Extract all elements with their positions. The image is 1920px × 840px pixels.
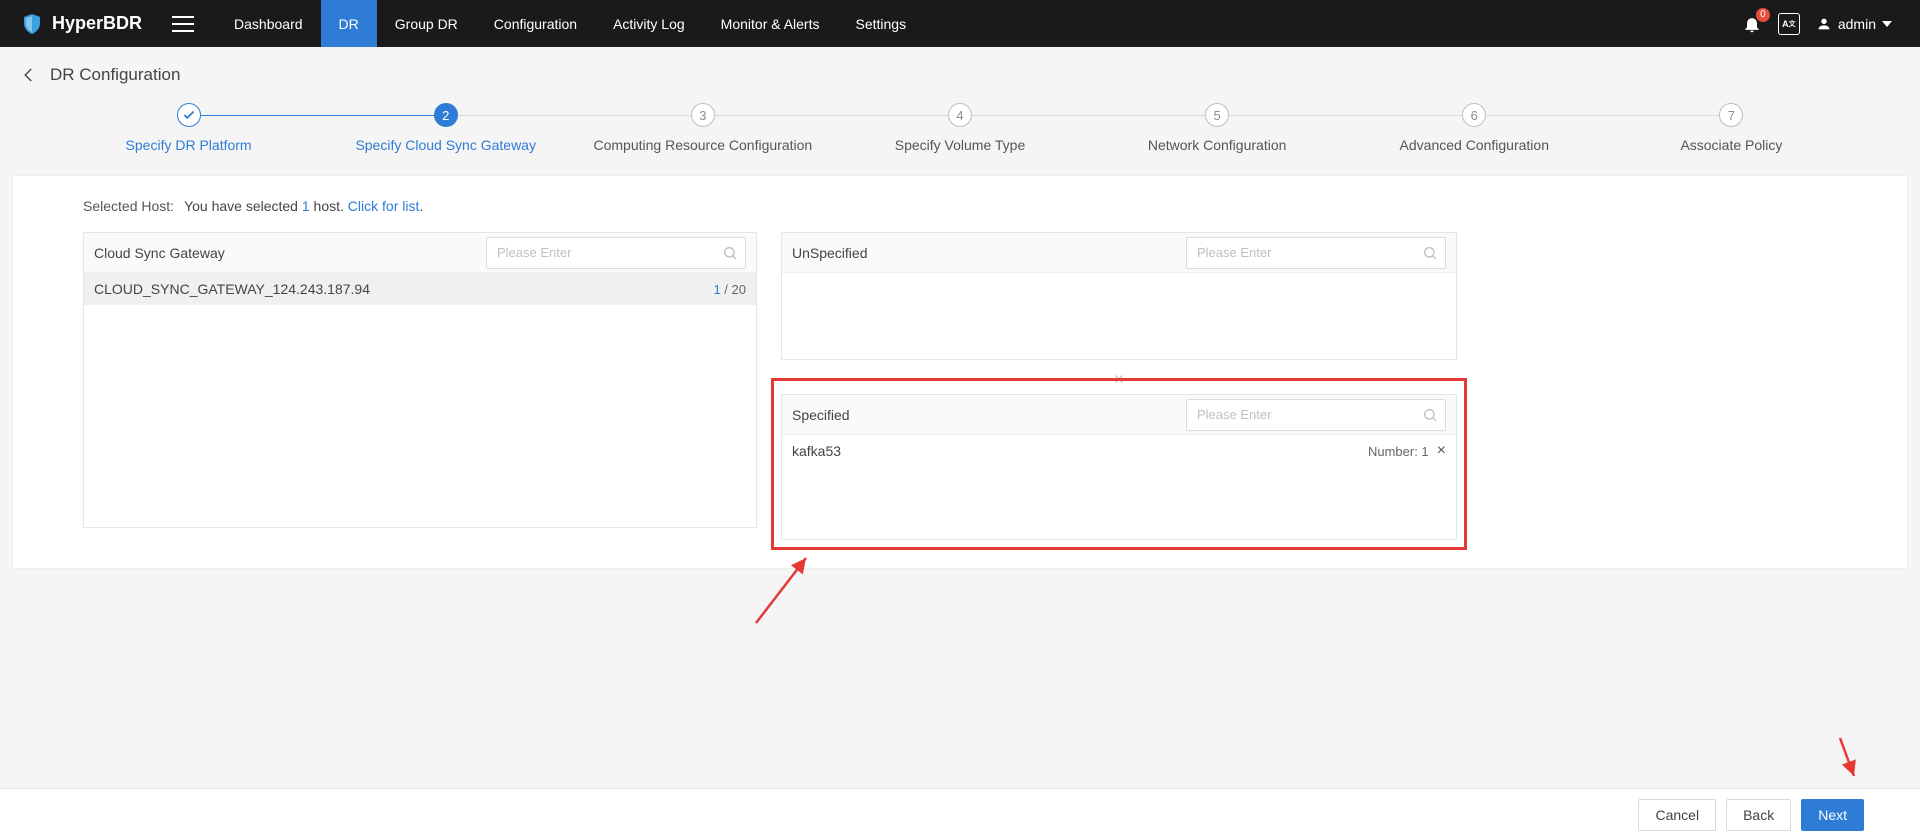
cancel-button[interactable]: Cancel xyxy=(1638,799,1716,831)
notifications-icon[interactable]: 0 xyxy=(1742,14,1762,34)
specified-row[interactable]: kafka53 Number: 1 × xyxy=(782,435,1456,467)
page-title: DR Configuration xyxy=(50,65,180,85)
footer-bar: Cancel Back Next xyxy=(0,788,1920,840)
step-7[interactable]: 7 Associate Policy xyxy=(1603,103,1860,153)
user-icon xyxy=(1816,16,1832,32)
nav-configuration[interactable]: Configuration xyxy=(476,0,595,47)
nav-monitor-alerts[interactable]: Monitor & Alerts xyxy=(703,0,838,47)
gateway-row[interactable]: CLOUD_SYNC_GATEWAY_124.243.187.94 1 / 20 xyxy=(84,273,756,305)
step-5[interactable]: 5 Network Configuration xyxy=(1089,103,1346,153)
nav-links: Dashboard DR Group DR Configuration Acti… xyxy=(216,0,924,47)
nav-group-dr[interactable]: Group DR xyxy=(377,0,476,47)
nav-right: 0 A文 admin xyxy=(1742,13,1892,35)
next-button[interactable]: Next xyxy=(1801,799,1864,831)
page-header: DR Configuration xyxy=(0,47,1920,99)
unspecified-title: UnSpecified xyxy=(792,245,868,261)
main-card: Selected Host: You have selected 1 host.… xyxy=(12,175,1908,569)
step-3[interactable]: 3 Computing Resource Configuration xyxy=(574,103,831,153)
nav-settings[interactable]: Settings xyxy=(838,0,925,47)
search-icon xyxy=(1422,407,1438,423)
unspecified-panel: UnSpecified xyxy=(781,232,1457,360)
gateway-search xyxy=(486,237,746,269)
top-nav: HyperBDR Dashboard DR Group DR Configura… xyxy=(0,0,1920,47)
user-menu[interactable]: admin xyxy=(1816,16,1892,32)
cloud-sync-gateway-panel: Cloud Sync Gateway CLOUD_SYNC_GATEWAY_12… xyxy=(83,232,757,528)
brand-text: HyperBDR xyxy=(52,13,142,34)
remove-row-icon[interactable]: × xyxy=(1437,442,1446,460)
specified-row-name: kafka53 xyxy=(792,443,841,459)
gateway-row-name: CLOUD_SYNC_GATEWAY_124.243.187.94 xyxy=(94,281,370,297)
click-for-list-link[interactable]: Click for list xyxy=(348,198,420,214)
nav-activity-log[interactable]: Activity Log xyxy=(595,0,703,47)
annotation-arrow-next-icon xyxy=(1832,734,1862,784)
search-icon xyxy=(1422,245,1438,261)
panels: Cloud Sync Gateway CLOUD_SYNC_GATEWAY_12… xyxy=(83,232,1837,540)
brand-logo-icon xyxy=(20,12,44,36)
gateway-search-input[interactable] xyxy=(486,237,746,269)
specified-panel: Specified kafka53 Number: 1 xyxy=(781,394,1457,540)
nav-dr[interactable]: DR xyxy=(321,0,377,47)
nav-dashboard[interactable]: Dashboard xyxy=(216,0,321,47)
gateway-panel-title: Cloud Sync Gateway xyxy=(94,245,225,261)
search-icon xyxy=(722,245,738,261)
caret-down-icon xyxy=(1882,21,1892,27)
collapse-icon[interactable] xyxy=(781,372,1457,382)
specified-search-input[interactable] xyxy=(1186,399,1446,431)
step-1[interactable]: Specify DR Platform xyxy=(60,103,317,153)
unspecified-search-input[interactable] xyxy=(1186,237,1446,269)
specified-title: Specified xyxy=(792,407,850,423)
specified-row-right: Number: 1 × xyxy=(1368,442,1446,460)
annotation-arrow-icon xyxy=(751,548,821,628)
selected-host-text: You have selected 1 host. Click for list… xyxy=(184,198,423,214)
menu-toggle-icon[interactable] xyxy=(172,16,194,32)
unspecified-search xyxy=(1186,237,1446,269)
step-2[interactable]: 2 Specify Cloud Sync Gateway xyxy=(317,103,574,153)
gateway-row-capacity: 1 / 20 xyxy=(713,282,746,297)
selected-host-row: Selected Host: You have selected 1 host.… xyxy=(83,198,1837,214)
back-button[interactable]: Back xyxy=(1726,799,1791,831)
step-6[interactable]: 6 Advanced Configuration xyxy=(1346,103,1603,153)
wizard-steps: Specify DR Platform 2 Specify Cloud Sync… xyxy=(0,99,1920,175)
step-1-icon xyxy=(177,103,201,127)
brand[interactable]: HyperBDR xyxy=(20,12,142,36)
specified-search xyxy=(1186,399,1446,431)
back-arrow-icon[interactable] xyxy=(20,66,38,84)
selected-host-label: Selected Host: xyxy=(83,198,174,214)
language-toggle[interactable]: A文 xyxy=(1778,13,1800,35)
user-name: admin xyxy=(1838,16,1876,32)
step-4[interactable]: 4 Specify Volume Type xyxy=(831,103,1088,153)
notification-badge: 0 xyxy=(1756,8,1770,22)
